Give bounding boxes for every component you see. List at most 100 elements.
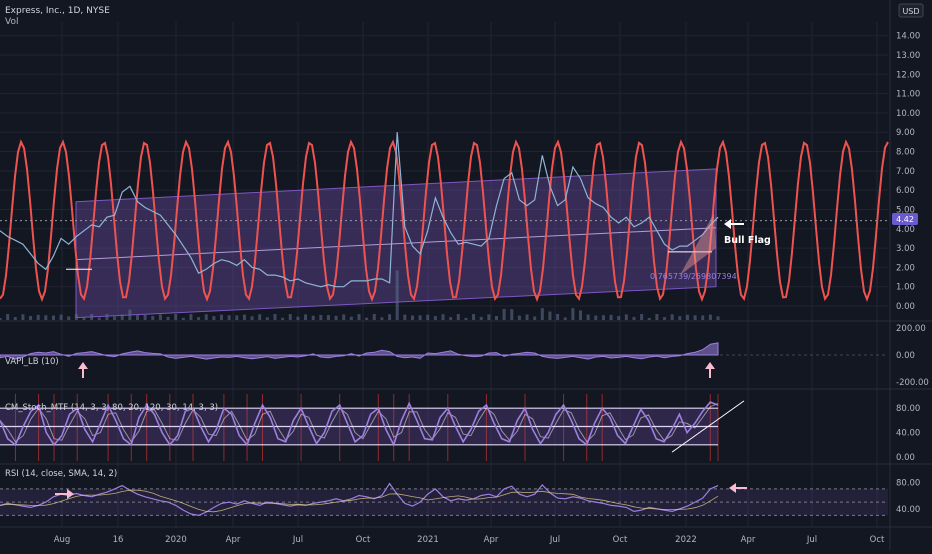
price-tick-label: 6.00 [896, 186, 915, 196]
volume-bar [265, 317, 269, 320]
x-tick-label: Jul [549, 535, 560, 545]
vapi-tick-label: 200.00 [896, 324, 926, 334]
volume-bar [357, 314, 361, 320]
rsi-title: RSI (14, close, SMA, 14, 2) [5, 469, 117, 479]
volume-bar [525, 314, 529, 320]
stoch-tick-label: 0.00 [896, 453, 915, 463]
volume-bar [204, 314, 208, 320]
volume-bar [158, 314, 162, 320]
volume-bar [227, 315, 231, 320]
vol-label: Vol [5, 17, 18, 27]
stoch-tick-label: 80.00 [896, 404, 920, 414]
price-tick-label: 3.00 [896, 244, 915, 254]
price-tick-label: 13.00 [896, 51, 920, 61]
volume-bar [579, 310, 583, 320]
volume-bar [456, 314, 460, 320]
volume-bar [655, 314, 659, 320]
volume-bar [44, 315, 48, 320]
volume-bar [113, 316, 117, 320]
volume-bar [601, 315, 605, 320]
volume-bar [273, 314, 277, 320]
volume-bar [235, 315, 239, 320]
volume-bar [74, 314, 78, 320]
volume-bar [624, 314, 628, 320]
volume-bar [97, 317, 101, 320]
vapi-title: VAPI_LB (10) [5, 357, 59, 367]
x-tick-label: 2022 [675, 535, 697, 545]
volume-bar [29, 316, 33, 320]
volume-bar [105, 314, 109, 320]
volume-bar [21, 314, 25, 320]
volume-bar [670, 314, 674, 320]
volume-bar [288, 314, 292, 320]
rsi-tick-label: 40.00 [896, 505, 920, 515]
volume-bar [90, 314, 94, 320]
volume-bar [6, 314, 10, 320]
volume-bar [685, 314, 689, 320]
volume-bar [701, 315, 705, 320]
volume-bar [410, 315, 414, 320]
volume-bar [563, 317, 567, 320]
price-tick-label: 8.00 [896, 148, 915, 158]
volume-bar [388, 314, 392, 320]
price-tick-label: 4.00 [896, 225, 915, 235]
volume-bar [517, 315, 521, 320]
x-tick-label: Apr [741, 535, 756, 545]
volume-bar [640, 314, 644, 320]
price-tick-label: 7.00 [896, 167, 915, 177]
price-tick-label: 0.00 [896, 302, 915, 312]
fib-ratio-label: 0.765739/259807394 [650, 272, 737, 281]
volume-bar [258, 314, 262, 320]
volume-bar [609, 314, 613, 320]
volume-bar [441, 314, 445, 320]
volume-bar [67, 316, 71, 320]
volume-bar [426, 314, 430, 320]
volume-bar [151, 315, 155, 320]
chart-svg: Aug 16 2020 Apr Jul Oct 2021 Apr Jul Oct 2022 Apr Ju… [0, 0, 932, 550]
price-tick-label: 9.00 [896, 128, 915, 138]
volume-bar [693, 315, 697, 320]
volume-bar [586, 314, 590, 320]
price-tick-label: 12.00 [896, 70, 920, 80]
bull-flag-label: Bull Flag [724, 235, 771, 246]
volume-bar [220, 314, 224, 320]
volume-bar [36, 314, 40, 320]
volume-bar [479, 316, 483, 320]
volume-bar [647, 317, 651, 320]
volume-bar [82, 317, 86, 320]
x-tick-label: Oct [870, 535, 885, 545]
volume-bar [617, 315, 621, 320]
x-tick-label: 2021 [417, 535, 439, 545]
price-tick-label: 2.00 [896, 263, 915, 273]
x-tick-label: Apr [226, 535, 241, 545]
volume-bar [135, 315, 139, 320]
volume-bar [372, 314, 376, 320]
volume-bar [181, 317, 185, 320]
volume-bar [128, 309, 132, 320]
x-tick-label: Oct [613, 535, 628, 545]
volume-bar [197, 317, 201, 320]
volume-bar [708, 314, 712, 320]
volume-bar [403, 314, 407, 320]
vapi-tick-label: -200.00 [896, 378, 929, 388]
volume-bar [571, 308, 575, 320]
current-price-badge: 4.42 [892, 213, 918, 225]
volume-bar [0, 318, 2, 320]
volume-bar [166, 316, 170, 320]
volume-bar [189, 314, 193, 320]
currency-badge[interactable]: USD [898, 3, 924, 18]
price-tick-label: 1.00 [896, 283, 915, 293]
volume-bar [494, 315, 498, 320]
x-tick-label: Oct [356, 535, 371, 545]
vapi-tick-label: 0.00 [896, 351, 915, 361]
volume-bar [663, 317, 667, 320]
volume-bar [548, 311, 552, 320]
volume-bar [250, 316, 254, 320]
x-tick-label: Aug [54, 535, 71, 545]
volume-bar [418, 315, 422, 320]
volume-bar [464, 317, 468, 320]
volume-bar [472, 314, 476, 320]
x-tick-label: 16 [113, 535, 124, 545]
volume-bar [510, 309, 514, 320]
volume-bar [311, 315, 315, 320]
